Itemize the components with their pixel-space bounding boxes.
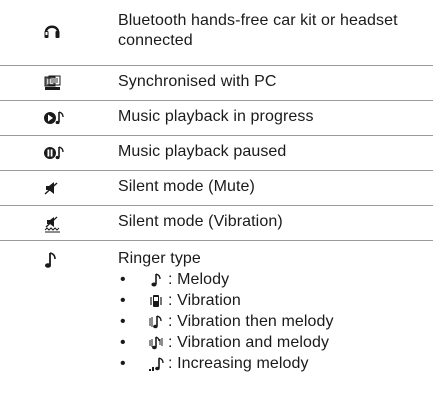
ringer-type-label: : Melody: [168, 270, 230, 288]
list-item: • : Vibration and melody: [118, 332, 433, 353]
list-item: • : Vibration then melody: [118, 311, 433, 332]
bluetooth-headset-icon: [44, 25, 60, 38]
table-row: Silent mode (Mute): [0, 171, 433, 206]
bullet: •: [120, 312, 126, 330]
vibration-phone-icon: [148, 293, 166, 309]
bullet: •: [120, 291, 126, 309]
row-description: Ringer type: [118, 250, 201, 267]
table-row: Synchronised with PC: [0, 66, 433, 101]
bullet: •: [120, 333, 126, 351]
row-description: Silent mode (Vibration): [118, 213, 283, 230]
music-playing-icon: [44, 111, 64, 125]
table-row: Music playback paused: [0, 136, 433, 171]
melody-note-icon: [148, 272, 166, 288]
row-description: Music playback in progress: [118, 108, 314, 125]
table-row: Silent mode (Vibration): [0, 206, 433, 241]
bullet: •: [120, 270, 126, 288]
row-description: Synchronised with PC: [118, 73, 277, 90]
speaker-vibrate-icon: [44, 216, 60, 233]
vibration-and-melody-icon: [148, 335, 166, 351]
row-description: Silent mode (Mute): [118, 178, 255, 195]
ringer-type-list: • : Melody •: Vibration •: Vibration t…: [118, 269, 433, 374]
vibration-then-melody-icon: [148, 314, 166, 330]
status-icon-table: Bluetooth hands-free car kit or headset …: [0, 0, 433, 393]
ringer-type-label: : Increasing melody: [168, 354, 309, 372]
pc-sync-icon: [44, 75, 61, 90]
row-description: Bluetooth hands-free car kit or headset …: [118, 12, 398, 49]
table-row: Music playback in progress: [0, 101, 433, 136]
row-description: Music playback paused: [118, 143, 287, 160]
list-item: • : Increasing melody: [118, 353, 433, 374]
ringer-type-cell: Ringer type • : Melody •: Vibration •:…: [118, 241, 433, 374]
increasing-melody-icon: [148, 356, 166, 372]
speaker-mute-icon: [44, 182, 58, 195]
music-paused-icon: [44, 146, 64, 160]
list-item: • : Melody: [118, 269, 433, 290]
bullet: •: [120, 354, 126, 372]
table-row: Bluetooth hands-free car kit or headset …: [0, 0, 433, 66]
music-note-icon: [45, 252, 56, 268]
ringer-type-label: : Vibration: [168, 291, 241, 309]
ringer-type-label: : Vibration and melody: [168, 333, 330, 351]
table-row: Ringer type • : Melody •: Vibration •:…: [0, 241, 433, 393]
list-item: • : Vibration: [118, 290, 433, 311]
ringer-type-label: : Vibration then melody: [168, 312, 334, 330]
